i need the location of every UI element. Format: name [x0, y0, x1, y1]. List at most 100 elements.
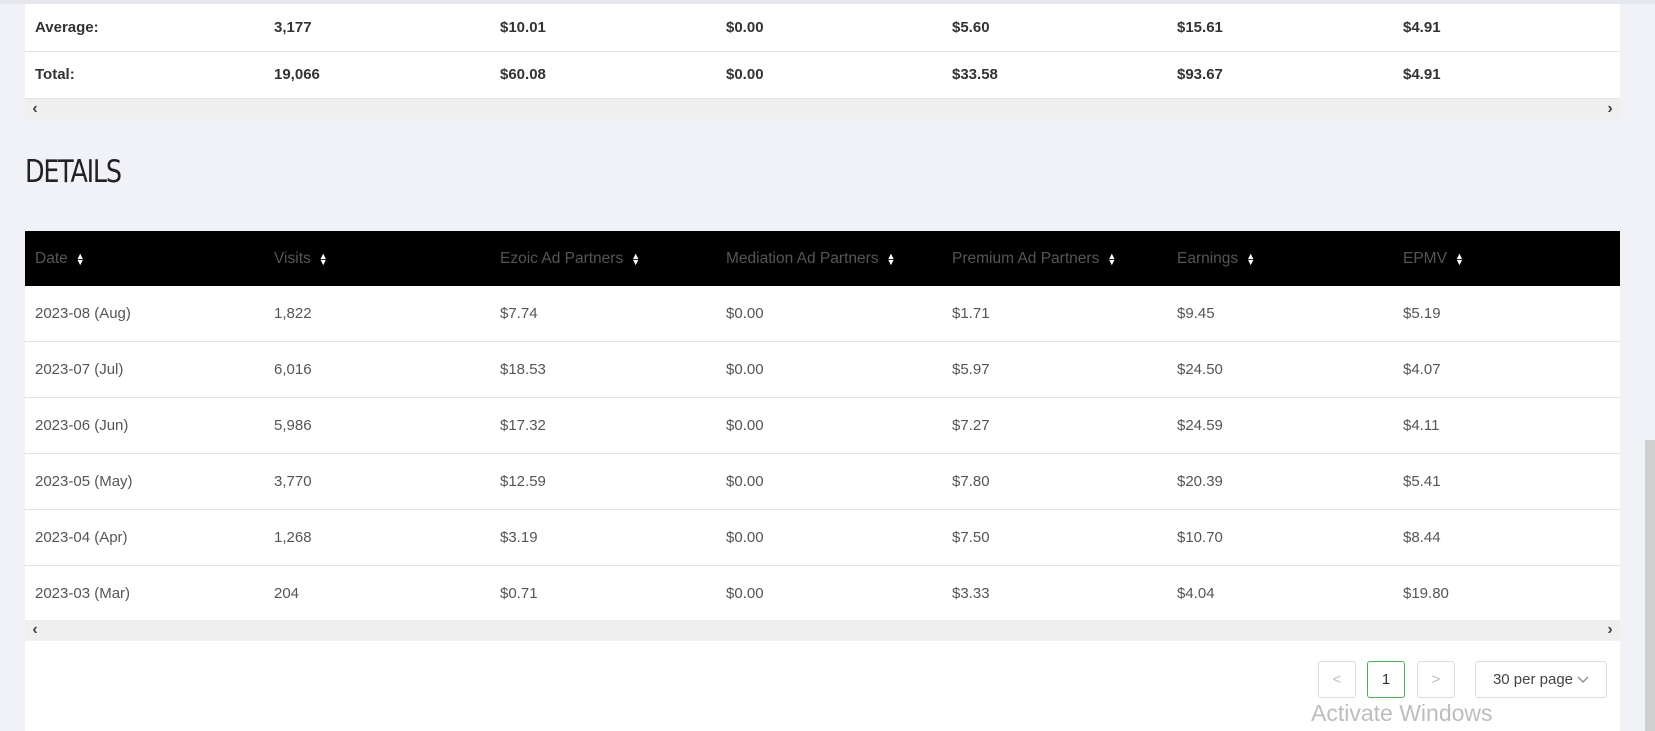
cell-premium: $5.97	[952, 361, 990, 378]
cell-epmv: $8.44	[1403, 529, 1441, 546]
page-1-button[interactable]: 1	[1367, 661, 1405, 698]
cell-ezoic: $7.74	[500, 305, 538, 322]
cell-ezoic: $3.19	[500, 529, 538, 546]
column-header-date[interactable]: Date ▲ ▼	[35, 231, 85, 286]
cell-date: 2023-07 (Jul)	[35, 361, 124, 378]
cell-epmv: $4.11	[1403, 417, 1440, 434]
table-row: 2023-06 (Jun) 5,986 $17.32 $0.00 $7.27 $…	[25, 398, 1620, 454]
column-header-epmv[interactable]: EPMV ▲ ▼	[1403, 231, 1464, 286]
cell-date: 2023-05 (May)	[35, 473, 133, 490]
cell-date: 2023-06 (Jun)	[35, 417, 129, 434]
cell-premium: $7.50	[952, 529, 990, 546]
prev-page-button[interactable]: <	[1318, 661, 1356, 698]
table-row: 2023-04 (Apr) 1,268 $3.19 $0.00 $7.50 $1…	[25, 510, 1620, 566]
summary-label: Average:	[35, 18, 99, 36]
cell-mediation: $0.00	[726, 585, 764, 602]
table-row: 2023-07 (Jul) 6,016 $18.53 $0.00 $5.97 $…	[25, 342, 1620, 398]
summary-visits: 19,066	[274, 66, 320, 84]
per-page-select[interactable]: 30 per page	[1475, 661, 1607, 698]
summary-earnings: $15.61	[1177, 18, 1223, 36]
summary-mediation: $0.00	[726, 66, 764, 84]
column-header-label: Premium Ad Partners	[952, 249, 1100, 267]
summary-premium: $5.60	[952, 18, 990, 36]
cell-date: 2023-04 (Apr)	[35, 529, 128, 546]
cell-visits: 5,986	[274, 417, 312, 434]
summary-horizontal-scrollbar[interactable]: ‹ ›	[25, 99, 1620, 119]
sort-icon[interactable]: ▲ ▼	[887, 251, 896, 266]
sort-icon[interactable]: ▲ ▼	[76, 251, 85, 266]
column-header-mediation[interactable]: Mediation Ad Partners ▲ ▼	[726, 231, 895, 286]
cell-visits: 1,822	[274, 305, 312, 322]
cell-epmv: $4.07	[1403, 361, 1441, 378]
details-table: Date ▲ ▼ Visits ▲ ▼ Ezoic Ad Partners ▲ ▼ Medi…	[25, 231, 1620, 622]
cell-visits: 6,016	[274, 361, 312, 378]
column-header-label: EPMV	[1403, 249, 1447, 267]
next-page-button[interactable]: >	[1417, 661, 1455, 698]
scroll-left-icon[interactable]: ‹	[25, 620, 45, 640]
sort-icon[interactable]: ▲ ▼	[1455, 251, 1464, 266]
summary-table: Average: 3,177 $10.01 $0.00 $5.60 $15.61…	[25, 4, 1620, 99]
column-header-ezoic[interactable]: Ezoic Ad Partners ▲ ▼	[500, 231, 640, 286]
sort-icon[interactable]: ▲ ▼	[1246, 251, 1255, 266]
summary-ezoic: $60.08	[500, 66, 546, 84]
chevron-down-icon	[1577, 676, 1589, 683]
summary-row-total: Total: 19,066 $60.08 $0.00 $33.58 $93.67…	[25, 52, 1620, 99]
sort-icon[interactable]: ▲ ▼	[1107, 251, 1116, 266]
cell-visits: 1,268	[274, 529, 312, 546]
table-row: 2023-03 (Mar) 204 $0.71 $0.00 $3.33 $4.0…	[25, 566, 1620, 622]
cell-ezoic: $17.32	[500, 417, 546, 434]
column-header-label: Date	[35, 249, 68, 267]
summary-visits: 3,177	[274, 18, 312, 36]
cell-mediation: $0.00	[726, 305, 764, 322]
cell-premium: $7.27	[952, 417, 990, 434]
summary-earnings: $93.67	[1177, 66, 1223, 84]
cell-ezoic: $12.59	[500, 473, 546, 490]
cell-visits: 204	[274, 585, 300, 602]
column-header-label: Ezoic Ad Partners	[500, 249, 624, 267]
cell-visits: 3,770	[274, 473, 312, 490]
scroll-right-icon[interactable]: ›	[1600, 99, 1620, 119]
details-horizontal-scrollbar[interactable]: ‹ ›	[25, 620, 1620, 640]
summary-epmv: $4.91	[1403, 66, 1441, 84]
cell-date: 2023-08 (Aug)	[35, 305, 131, 322]
cell-earnings: $4.04	[1177, 585, 1215, 602]
column-header-label: Mediation Ad Partners	[726, 249, 879, 267]
column-header-premium[interactable]: Premium Ad Partners ▲ ▼	[952, 231, 1116, 286]
table-row: 2023-05 (May) 3,770 $12.59 $0.00 $7.80 $…	[25, 454, 1620, 510]
windows-activation-watermark: Activate Windows	[1311, 700, 1493, 726]
vertical-scrollbar-thumb[interactable]	[1645, 440, 1655, 731]
summary-label: Total:	[35, 66, 75, 84]
cell-earnings: $20.39	[1177, 473, 1223, 490]
cell-premium: $1.71	[952, 305, 990, 322]
summary-mediation: $0.00	[726, 18, 764, 36]
details-header-row: Date ▲ ▼ Visits ▲ ▼ Ezoic Ad Partners ▲ ▼ Medi…	[25, 231, 1620, 286]
sort-icon[interactable]: ▲ ▼	[319, 251, 328, 266]
scroll-right-icon[interactable]: ›	[1600, 620, 1620, 640]
column-header-label: Earnings	[1177, 249, 1239, 267]
summary-premium: $33.58	[952, 66, 998, 84]
cell-ezoic: $0.71	[500, 585, 538, 602]
column-header-visits[interactable]: Visits ▲ ▼	[274, 231, 328, 286]
cell-ezoic: $18.53	[500, 361, 546, 378]
cell-epmv: $19.80	[1403, 585, 1449, 602]
summary-row-average: Average: 3,177 $10.01 $0.00 $5.60 $15.61…	[25, 4, 1620, 52]
cell-mediation: $0.00	[726, 361, 764, 378]
cell-earnings: $10.70	[1177, 529, 1223, 546]
cell-mediation: $0.00	[726, 529, 764, 546]
cell-epmv: $5.41	[1403, 473, 1441, 490]
cell-mediation: $0.00	[726, 473, 764, 490]
cell-earnings: $24.59	[1177, 417, 1223, 434]
cell-date: 2023-03 (Mar)	[35, 585, 131, 602]
per-page-label: 30 per page	[1492, 671, 1574, 688]
sort-icon[interactable]: ▲ ▼	[631, 251, 640, 266]
column-header-label: Visits	[274, 249, 311, 267]
column-header-earnings[interactable]: Earnings ▲ ▼	[1177, 231, 1255, 286]
cell-premium: $3.33	[952, 585, 990, 602]
summary-ezoic: $10.01	[500, 18, 546, 36]
scroll-left-icon[interactable]: ‹	[25, 99, 45, 119]
cell-premium: $7.80	[952, 473, 990, 490]
cell-mediation: $0.00	[726, 417, 764, 434]
summary-epmv: $4.91	[1403, 18, 1441, 36]
table-row: 2023-08 (Aug) 1,822 $7.74 $0.00 $1.71 $9…	[25, 286, 1620, 342]
details-title: DETAILS	[25, 154, 122, 190]
